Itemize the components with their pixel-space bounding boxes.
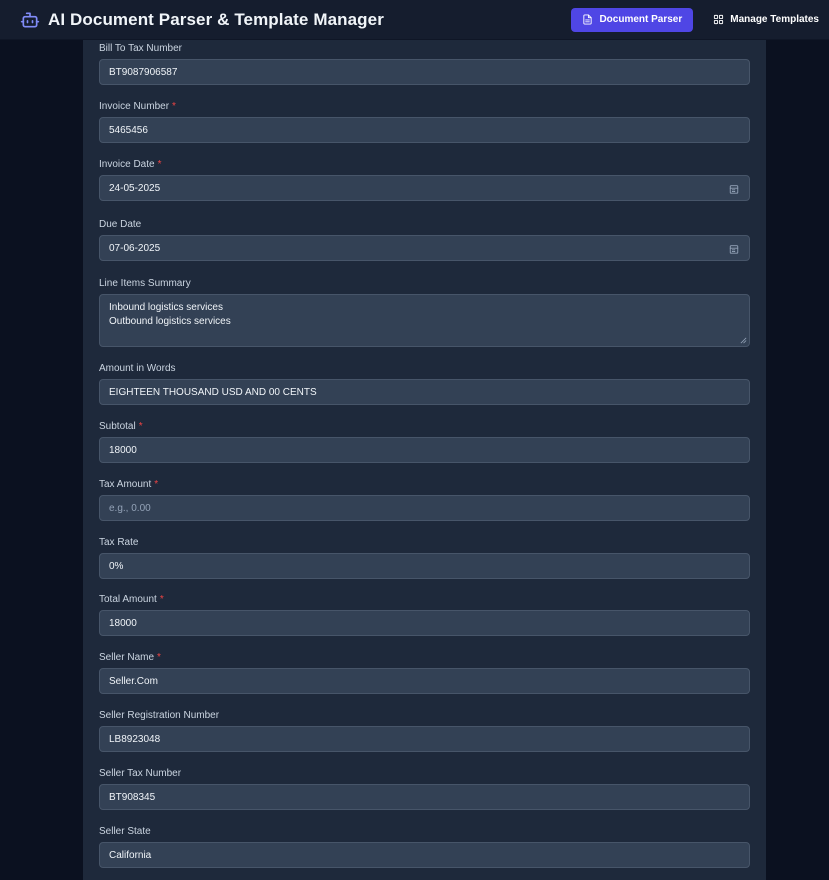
seller-name-input[interactable]: Seller.Com xyxy=(99,668,750,694)
field-label: Seller Tax Number xyxy=(99,768,182,779)
placeholder-text: e.g., 0.00 xyxy=(109,502,151,514)
required-marker: * xyxy=(159,594,164,605)
total-amount-input[interactable]: 18000 xyxy=(99,610,750,636)
document-icon xyxy=(583,14,593,25)
subtotal-input[interactable]: 18000 xyxy=(99,437,750,463)
field-invoice-date: Invoice Date * 24-05-2025 xyxy=(99,159,750,201)
seller-state-input[interactable]: California xyxy=(99,842,750,868)
textarea-line: Inbound logistics services xyxy=(109,302,223,313)
top-bar: AI Document Parser & Template Manager Do… xyxy=(0,0,829,40)
field-label: Invoice Number * xyxy=(99,101,176,112)
field-line-items-summary: Line Items Summary Inbound logistics ser… xyxy=(99,278,750,347)
top-nav: Document Parser Manage Templates xyxy=(571,7,819,32)
field-label: Tax Rate xyxy=(99,537,139,548)
field-label: Line Items Summary xyxy=(99,278,191,289)
textarea-line: Outbound logistics services xyxy=(109,316,231,327)
app-title: AI Document Parser & Template Manager xyxy=(48,9,384,29)
field-seller-name: Seller Name * Seller.Com xyxy=(99,652,750,694)
grid-icon xyxy=(714,14,724,25)
invoice-date-input[interactable]: 24-05-2025 xyxy=(99,175,750,201)
tax-rate-input[interactable]: 0% xyxy=(99,553,750,579)
invoice-form-panel: Bill To Tax Number BT9087906587 Invoice … xyxy=(83,40,766,880)
amount-in-words-input[interactable]: EIGHTEEN THOUSAND USD AND 00 CENTS xyxy=(99,379,750,405)
field-due-date: Due Date 07-06-2025 xyxy=(99,219,750,261)
field-label: Due Date xyxy=(99,219,142,230)
field-label: Tax Amount * xyxy=(99,479,159,490)
field-total-amount: Total Amount * 18000 xyxy=(99,594,750,636)
field-subtotal: Subtotal * 18000 xyxy=(99,421,750,463)
field-seller-tax-number: Seller Tax Number BT908345 xyxy=(99,768,750,810)
field-bill-to-tax-number: Bill To Tax Number BT9087906587 xyxy=(99,43,750,85)
field-label: Total Amount * xyxy=(99,594,164,605)
robot-icon xyxy=(20,10,40,30)
due-date-input[interactable]: 07-06-2025 xyxy=(99,235,750,261)
field-label: Invoice Date * xyxy=(99,159,162,170)
resize-grip-icon[interactable] xyxy=(740,337,747,344)
field-tax-amount: Tax Amount * e.g., 0.00 xyxy=(99,479,750,521)
field-label: Seller State xyxy=(99,826,151,837)
field-label: Seller Name * xyxy=(99,652,161,663)
line-items-summary-textarea[interactable]: Inbound logistics services Outbound logi… xyxy=(99,294,750,347)
manage-templates-button[interactable]: Manage Templates xyxy=(713,8,819,32)
required-marker: * xyxy=(172,101,176,112)
document-parser-button[interactable]: Document Parser xyxy=(571,7,694,32)
field-tax-rate: Tax Rate 0% xyxy=(99,537,750,579)
field-invoice-number: Invoice Number * 5465456 xyxy=(99,101,750,143)
required-marker: * xyxy=(138,421,143,432)
invoice-number-input[interactable]: 5465456 xyxy=(99,117,750,143)
tax-amount-input[interactable]: e.g., 0.00 xyxy=(99,495,750,521)
field-seller-state: Seller State California xyxy=(99,826,750,868)
field-label: Amount in Words xyxy=(99,363,176,374)
field-label: Seller Registration Number xyxy=(99,710,220,721)
calendar-icon[interactable] xyxy=(729,244,739,254)
manage-templates-label: Manage Templates xyxy=(730,14,819,25)
document-parser-label: Document Parser xyxy=(599,14,683,25)
bill-to-tax-number-input[interactable]: BT9087906587 xyxy=(99,59,750,85)
required-marker: * xyxy=(154,479,159,490)
seller-tax-number-input[interactable]: BT908345 xyxy=(99,784,750,810)
field-seller-registration-number: Seller Registration Number LB8923048 xyxy=(99,710,750,752)
field-label: Subtotal * xyxy=(99,421,143,432)
required-marker: * xyxy=(157,652,161,663)
seller-registration-number-input[interactable]: LB8923048 xyxy=(99,726,750,752)
calendar-icon[interactable] xyxy=(729,184,739,194)
field-amount-in-words: Amount in Words EIGHTEEN THOUSAND USD AN… xyxy=(99,363,750,405)
required-marker: * xyxy=(157,159,162,170)
field-label: Bill To Tax Number xyxy=(99,43,182,54)
brand: AI Document Parser & Template Manager xyxy=(20,10,384,30)
